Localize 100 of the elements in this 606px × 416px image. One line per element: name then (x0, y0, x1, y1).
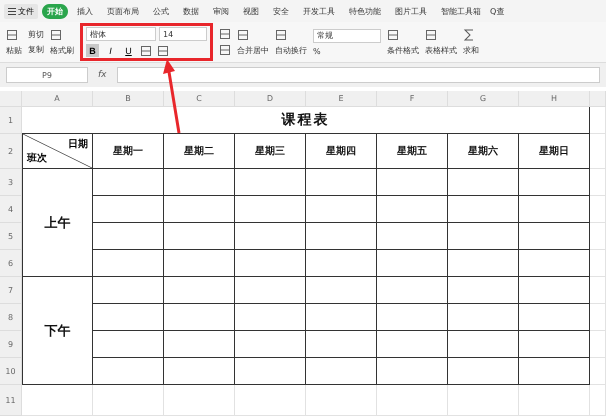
table-cell (377, 250, 448, 277)
row-header[interactable]: 4 (0, 196, 22, 223)
table-cell (590, 196, 606, 223)
row-header[interactable]: 8 (0, 304, 22, 331)
day-label: 星期一 (113, 144, 143, 158)
merge-label[interactable]: 合并居中 (237, 44, 269, 56)
sum-label[interactable]: 求和 (463, 44, 479, 56)
table-cell (590, 304, 606, 331)
header-label: 日期 (68, 138, 88, 151)
table-cell (164, 304, 235, 331)
table-cell (306, 304, 377, 331)
sum-icon[interactable] (463, 28, 475, 40)
row-header[interactable]: 2 (0, 134, 22, 169)
table-cell (235, 358, 306, 385)
fx-label[interactable]: fx (98, 70, 106, 80)
column-header[interactable]: H (519, 91, 590, 107)
row-header[interactable]: 9 (0, 331, 22, 358)
table-cell (164, 385, 235, 416)
ribbon-tab[interactable]: 页面布局 (102, 4, 144, 18)
format-painter-label[interactable]: 格式刷 (50, 44, 74, 56)
table-title: 课程表 (282, 111, 330, 129)
menu-icon (8, 8, 16, 14)
table-cell (519, 331, 590, 358)
ribbon-tab[interactable]: 视图 (238, 4, 264, 18)
ribbon-tab[interactable]: 公式 (148, 4, 174, 18)
table-cell (306, 250, 377, 277)
table-cell (519, 196, 590, 223)
table-cell (590, 223, 606, 250)
table-cell (590, 385, 606, 416)
ribbon-tab[interactable]: 特色功能 (344, 4, 386, 18)
table-cell (306, 358, 377, 385)
formula-input[interactable] (116, 67, 600, 83)
table-cell (377, 385, 448, 416)
day-label: 星期四 (326, 144, 356, 158)
column-header[interactable]: F (377, 91, 448, 107)
row-header[interactable]: 7 (0, 277, 22, 304)
font-name-field[interactable]: 楷体 (86, 27, 156, 41)
copy-label[interactable]: 复制 (28, 44, 44, 55)
ribbon-tab[interactable]: 智能工具箱 (436, 4, 486, 18)
ribbon-tab[interactable]: 开发工具 (298, 4, 340, 18)
table-cell (306, 196, 377, 223)
table-cell (377, 196, 448, 223)
day-label: 星期二 (184, 144, 214, 158)
table-style-label[interactable]: 表格样式 (425, 44, 457, 56)
table-cell (448, 304, 519, 331)
ribbon-tab[interactable]: 安全 (268, 4, 294, 18)
column-header[interactable]: E (306, 91, 377, 107)
search-field[interactable]: Q查 (490, 6, 504, 16)
ribbon-tab[interactable]: 审阅 (208, 4, 234, 18)
table-cell (164, 277, 235, 304)
font-size-field[interactable]: 14 (159, 27, 207, 41)
day-label: 星期六 (468, 144, 498, 158)
column-header[interactable]: A (22, 91, 93, 107)
row-header[interactable]: 11 (0, 385, 22, 416)
underline-button[interactable]: U (122, 44, 135, 57)
table-cell (590, 358, 606, 385)
period-label: 下午 (44, 322, 70, 340)
italic-button[interactable]: I (104, 44, 117, 57)
table-cell (306, 223, 377, 250)
table-cell (448, 385, 519, 416)
conditional-format-label[interactable]: 条件格式 (387, 44, 419, 56)
table-cell (235, 223, 306, 250)
row-header[interactable]: 10 (0, 358, 22, 385)
table-cell (448, 223, 519, 250)
ribbon-tab[interactable]: 图片工具 (390, 4, 432, 18)
row-header[interactable]: 6 (0, 250, 22, 277)
column-header[interactable]: B (93, 91, 164, 107)
percent-label[interactable]: % (313, 46, 321, 56)
table-cell (519, 223, 590, 250)
table-cell (590, 250, 606, 277)
table-cell (377, 277, 448, 304)
column-header[interactable]: G (448, 91, 519, 107)
table-cell (448, 277, 519, 304)
column-header[interactable]: D (235, 91, 306, 107)
ribbon-tab[interactable]: 插入 (72, 4, 98, 18)
file-menu[interactable]: 文件 (4, 4, 38, 18)
period-label: 上午 (44, 214, 70, 232)
table-cell (164, 250, 235, 277)
cut-label[interactable]: 剪切 (28, 29, 44, 40)
row-header[interactable]: 1 (0, 107, 22, 134)
table-cell (448, 358, 519, 385)
table-cell (519, 250, 590, 277)
row-header[interactable]: 5 (0, 223, 22, 250)
day-label: 星期五 (397, 144, 427, 158)
column-header[interactable]: C (164, 91, 235, 107)
bold-button[interactable]: B (86, 44, 99, 57)
row-header[interactable]: 3 (0, 169, 22, 196)
table-cell (448, 196, 519, 223)
paste-label[interactable]: 粘贴 (6, 44, 22, 56)
table-cell (590, 134, 606, 169)
day-label: 星期日 (539, 144, 569, 158)
table-cell (377, 304, 448, 331)
table-cell (164, 196, 235, 223)
ribbon-tab[interactable]: 数据 (178, 4, 204, 18)
table-cell (448, 331, 519, 358)
wrap-label[interactable]: 自动换行 (275, 44, 307, 56)
number-format-field[interactable]: 常规 (313, 28, 381, 42)
table-cell (448, 250, 519, 277)
name-box[interactable]: P9 (6, 67, 88, 83)
table-cell (306, 331, 377, 358)
